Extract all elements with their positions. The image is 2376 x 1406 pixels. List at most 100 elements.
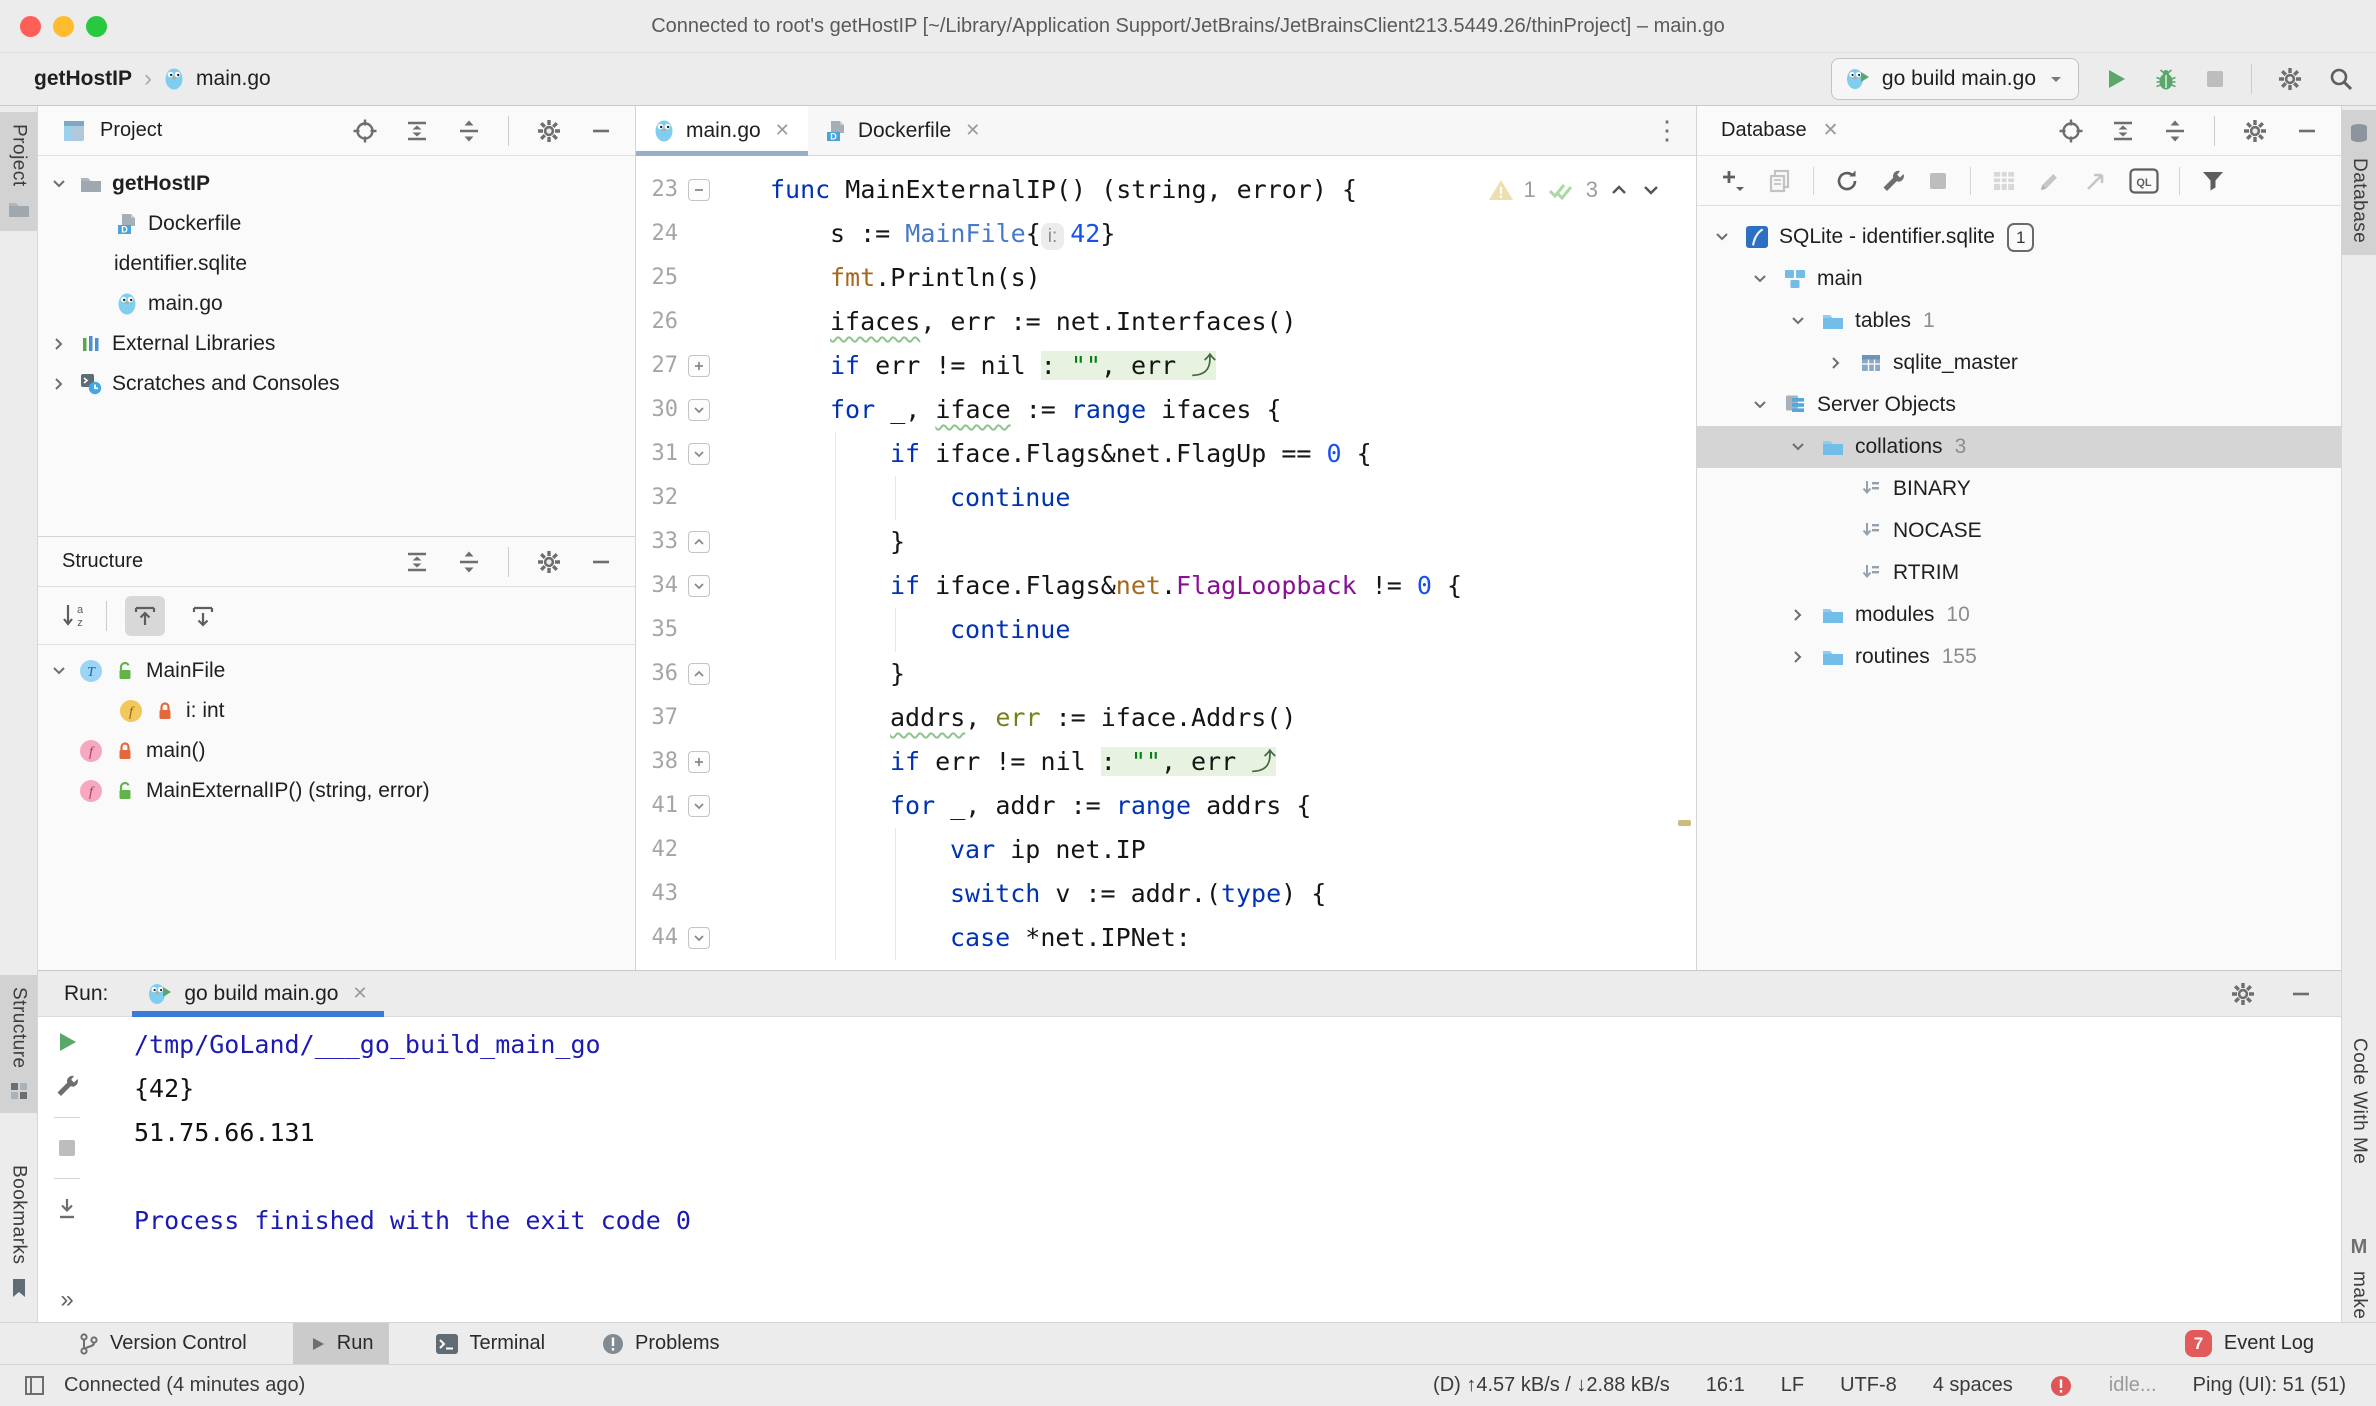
breadcrumb-file[interactable]: main.go <box>196 67 271 91</box>
database-tree-item[interactable]: sqlite_master <box>1697 342 2341 384</box>
next-problem-icon[interactable] <box>1640 179 1662 201</box>
stopGray-icon[interactable] <box>1926 169 1950 193</box>
fold-marker-icon[interactable] <box>688 795 710 817</box>
scroll-to-end-icon[interactable] <box>55 1197 79 1221</box>
code-line-44[interactable]: 44case *net.IPNet: <box>636 916 1696 960</box>
close-window-button[interactable] <box>20 16 41 37</box>
code-line-37[interactable]: 37addrs, err := iface.Addrs() <box>636 696 1696 740</box>
database-tree-item[interactable]: NOCASE <box>1697 510 2341 552</box>
code-editor[interactable]: 23func MainExternalIP() (string, error) … <box>636 156 1696 970</box>
search-icon[interactable] <box>2328 66 2354 92</box>
code-line-38[interactable]: 38if err != nil : "", err ⤴ <box>636 740 1696 784</box>
run-configuration-select[interactable]: go build main.go <box>1831 58 2079 100</box>
fold-marker-icon[interactable] <box>688 355 710 377</box>
code-line-27[interactable]: 27if err != nil : "", err ⤴ <box>636 344 1696 388</box>
sort-alphabetically-icon[interactable]: az <box>60 602 88 630</box>
close-icon[interactable]: ✕ <box>1823 119 1839 142</box>
tool-stripe-bookmarks[interactable]: Bookmarks <box>0 1153 37 1311</box>
database-tree-item[interactable]: BINARY <box>1697 468 2341 510</box>
minimize-window-button[interactable] <box>53 16 74 37</box>
error-indicator-icon[interactable] <box>2049 1374 2073 1398</box>
event-log-button[interactable]: Event Log <box>2224 1332 2314 1355</box>
fold-marker-icon[interactable] <box>688 179 710 201</box>
gear-icon[interactable] <box>2229 980 2257 1008</box>
sort-by-visibility-down-button[interactable] <box>183 596 223 636</box>
database-tree-item[interactable]: RTRIM <box>1697 552 2341 594</box>
database-tree-item[interactable]: Server Objects <box>1697 384 2341 426</box>
funnel-icon[interactable] <box>2200 168 2226 194</box>
debug-button[interactable] <box>2153 66 2179 92</box>
breadcrumb-project[interactable]: getHostIP <box>34 67 132 91</box>
settings-gear-icon[interactable] <box>2276 65 2304 93</box>
run-console[interactable]: /tmp/GoLand/___go_build_main_go{42}51.75… <box>134 1017 2341 1322</box>
sort-by-visibility-up-button[interactable] <box>125 596 165 636</box>
code-line-36[interactable]: 36} <box>636 652 1696 696</box>
tool-stripe-code-with-me[interactable]: Code With Me <box>2342 1026 2376 1176</box>
rerun-button[interactable] <box>54 1029 80 1055</box>
line-separator[interactable]: LF <box>1781 1374 1804 1397</box>
indent-setting[interactable]: 4 spaces <box>1933 1374 2013 1397</box>
code-line-41[interactable]: 41for _, addr := range addrs { <box>636 784 1696 828</box>
code-line-32[interactable]: 32continue <box>636 476 1696 520</box>
fold-marker-icon[interactable] <box>688 751 710 773</box>
fold-marker-icon[interactable] <box>688 399 710 421</box>
database-tree-item[interactable]: SQLite - identifier.sqlite1 <box>1697 216 2341 258</box>
toolwindow-button-Run[interactable]: Run <box>293 1323 390 1364</box>
database-tree-item[interactable]: routines155 <box>1697 636 2341 678</box>
expand-all-icon[interactable] <box>404 118 430 144</box>
database-tree-item[interactable]: main <box>1697 258 2341 300</box>
code-line-34[interactable]: 34if iface.Flags&net.FlagLoopback != 0 { <box>636 564 1696 608</box>
editor-tab-main.go[interactable]: main.go✕ <box>636 106 808 155</box>
scrollbar-warning-mark[interactable] <box>1678 820 1691 826</box>
structure-tree-item[interactable]: TMainFile <box>38 651 635 691</box>
collapse-all-icon[interactable] <box>456 549 482 575</box>
fold-marker-icon[interactable] <box>688 575 710 597</box>
code-line-26[interactable]: 26ifaces, err := net.Interfaces() <box>636 300 1696 344</box>
connection-status[interactable]: Connected (4 minutes ago) <box>64 1374 305 1397</box>
prev-problem-icon[interactable] <box>1608 179 1630 201</box>
toolwindow-button-Problems[interactable]: Problems <box>591 1323 729 1364</box>
close-icon[interactable]: ✕ <box>352 983 367 1004</box>
gear-icon[interactable] <box>535 117 563 145</box>
database-tree-item[interactable]: modules10 <box>1697 594 2341 636</box>
close-icon[interactable]: ✕ <box>965 120 980 141</box>
close-icon[interactable]: ✕ <box>775 120 790 141</box>
editor-options-menu-icon[interactable]: ⋮ <box>1654 106 1696 155</box>
structure-tree-item[interactable]: fMainExternalIP() (string, error) <box>38 771 635 811</box>
inspection-widget[interactable]: 13 <box>1488 168 1663 212</box>
code-line-24[interactable]: 24s := MainFile{i:42} <box>636 212 1696 256</box>
more-actions-button[interactable]: » <box>60 1286 73 1314</box>
plusDrop-icon[interactable] <box>1719 167 1747 195</box>
hide-panel-icon[interactable] <box>589 119 613 143</box>
run-button[interactable] <box>2103 66 2129 92</box>
hide-panel-icon[interactable] <box>2289 982 2313 1006</box>
project-tree-item[interactable]: DDockerfile <box>38 204 635 244</box>
tool-stripe-database[interactable]: Database <box>2342 110 2376 255</box>
fold-marker-icon[interactable] <box>688 531 710 553</box>
toolwindow-button-Terminal[interactable]: Terminal <box>425 1323 555 1364</box>
refresh-icon[interactable] <box>1834 168 1860 194</box>
tool-stripe-make[interactable]: M make <box>2342 1224 2376 1331</box>
structure-tree-item[interactable]: fi: int <box>38 691 635 731</box>
reader-mode-icon[interactable] <box>24 1375 48 1397</box>
fold-marker-icon[interactable] <box>688 663 710 685</box>
code-line-25[interactable]: 25fmt.Println(s) <box>636 256 1696 300</box>
database-tree-item[interactable]: collations3 <box>1697 426 2341 468</box>
code-line-43[interactable]: 43switch v := addr.(type) { <box>636 872 1696 916</box>
collapse-all-icon[interactable] <box>456 118 482 144</box>
ql-icon[interactable]: QL <box>2129 168 2159 194</box>
code-line-33[interactable]: 33} <box>636 520 1696 564</box>
project-tree-item[interactable]: main.go <box>38 284 635 324</box>
wrenchDb-icon[interactable] <box>1880 168 1906 194</box>
caret-position[interactable]: 16:1 <box>1706 1374 1745 1397</box>
project-tree-item[interactable]: identifier.sqlite <box>38 244 635 284</box>
code-line-35[interactable]: 35continue <box>636 608 1696 652</box>
code-line-30[interactable]: 30for _, iface := range ifaces { <box>636 388 1696 432</box>
expand-all-icon[interactable] <box>2110 118 2136 144</box>
run-settings-wrench-icon[interactable] <box>54 1073 80 1099</box>
expand-all-icon[interactable] <box>404 549 430 575</box>
project-tree-item[interactable]: getHostIP <box>38 164 635 204</box>
code-line-42[interactable]: 42var ip net.IP <box>636 828 1696 872</box>
toolwindow-button-Version Control[interactable]: Version Control <box>68 1323 257 1364</box>
locate-file-icon[interactable] <box>352 118 378 144</box>
